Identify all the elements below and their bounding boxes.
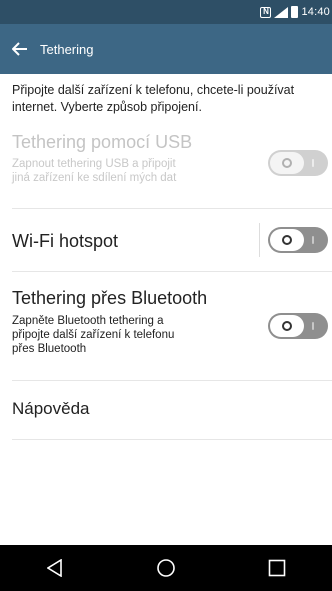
app-bar: Tethering bbox=[0, 24, 332, 74]
nav-back-button[interactable] bbox=[25, 545, 85, 591]
page-title: Tethering bbox=[40, 41, 94, 57]
signal-icon bbox=[274, 6, 289, 18]
divider bbox=[12, 439, 332, 440]
usb-tethering-row: Tethering pomocí USB Zapnout tethering U… bbox=[0, 118, 332, 208]
home-circle-icon bbox=[157, 559, 175, 577]
bluetooth-tethering-title: Tethering přes Bluetooth bbox=[12, 288, 208, 308]
battery-icon bbox=[291, 6, 299, 18]
nfc-icon: N bbox=[260, 6, 272, 18]
arrow-back-icon bbox=[12, 42, 27, 56]
bluetooth-tethering-subtitle-1: Zapněte Bluetooth tethering a bbox=[12, 315, 164, 327]
clock: 14:40 bbox=[301, 6, 330, 18]
status-bar: N 14:40 bbox=[0, 0, 332, 24]
usb-tethering-title: Tethering pomocí USB bbox=[12, 132, 193, 152]
nav-home-button[interactable] bbox=[136, 545, 196, 591]
bluetooth-tethering-row[interactable]: Tethering přes Bluetooth Zapněte Bluetoo… bbox=[0, 272, 332, 380]
back-button[interactable] bbox=[0, 24, 40, 74]
recents-square-icon bbox=[268, 559, 285, 577]
bluetooth-tethering-subtitle-3: přes Bluetooth bbox=[12, 343, 87, 355]
wifi-hotspot-toggle[interactable] bbox=[268, 227, 328, 253]
usb-tethering-subtitle-2: jiná zařízení ke sdílení mých dat bbox=[12, 172, 177, 184]
back-triangle-icon bbox=[47, 559, 63, 577]
intro-text: Připojte další zařízení k telefonu, chce… bbox=[12, 83, 295, 114]
wifi-hotspot-title: Wi-Fi hotspot bbox=[12, 231, 119, 251]
navigation-bar bbox=[0, 545, 332, 591]
usb-tethering-toggle bbox=[268, 150, 328, 176]
help-label[interactable]: Nápověda bbox=[12, 399, 90, 419]
usb-tethering-subtitle-1: Zapnout tethering USB a připojit bbox=[12, 158, 176, 170]
help-row[interactable]: Nápověda bbox=[0, 381, 332, 439]
bluetooth-tethering-subtitle-2: připojte další zařízení k telefonu bbox=[12, 329, 175, 341]
wifi-hotspot-row[interactable]: Wi-Fi hotspot bbox=[0, 209, 332, 271]
nav-recents-button[interactable] bbox=[247, 545, 307, 591]
bluetooth-tethering-toggle[interactable] bbox=[268, 313, 328, 339]
vertical-separator bbox=[259, 223, 260, 257]
